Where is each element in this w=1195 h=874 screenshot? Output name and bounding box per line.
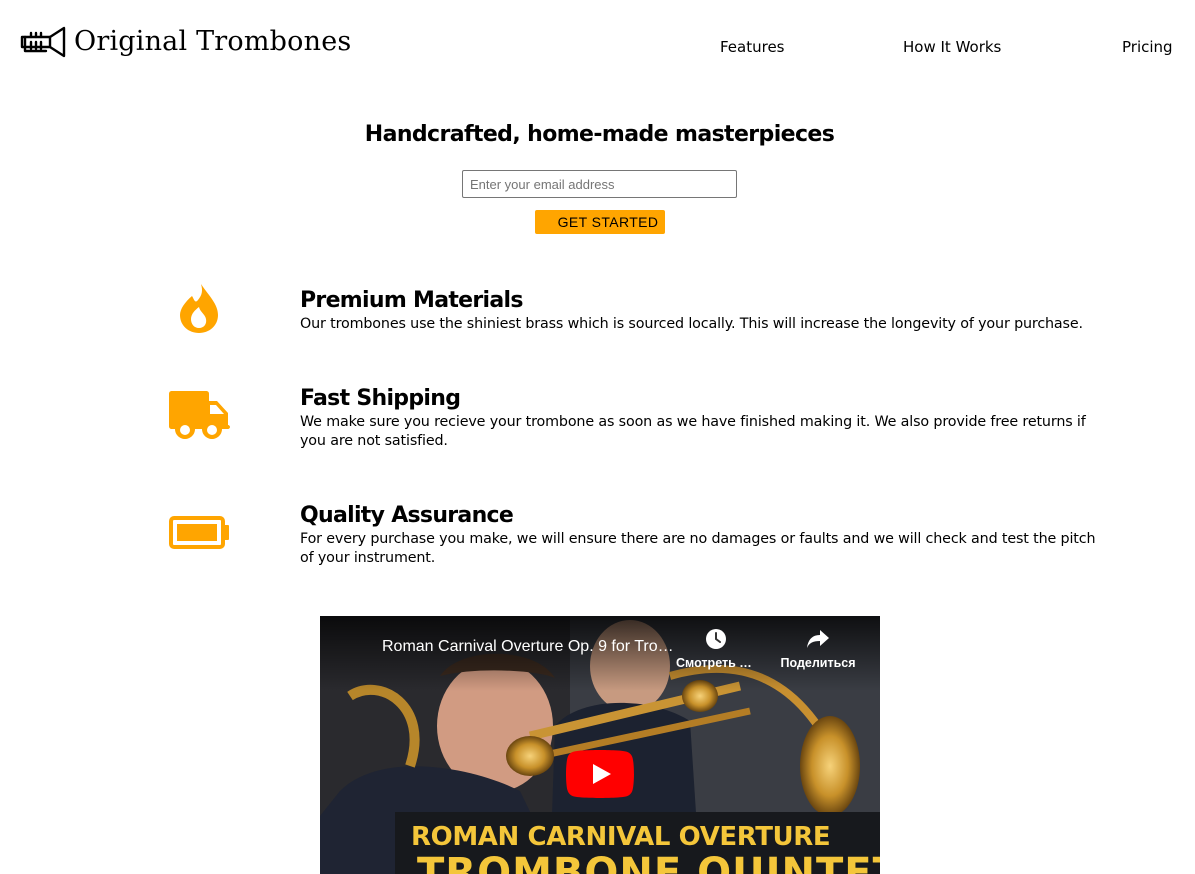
nav-pricing[interactable]: Pricing [1122, 38, 1173, 56]
email-input[interactable] [462, 170, 737, 198]
site-header: Original Trombones Features How It Works… [0, 0, 1195, 90]
brand-name: Original Trombones [74, 26, 352, 57]
share-button[interactable]: Поделиться [776, 628, 860, 670]
share-icon [807, 630, 829, 648]
feature-description: Our trombones use the shiniest brass whi… [300, 316, 1083, 332]
watch-later-button[interactable]: Смотреть позже [676, 628, 756, 670]
banner-line-1: ROMAN CARNIVAL OVERTURE [411, 822, 831, 852]
banner-line-2: TROMBONE QUINTET [417, 850, 880, 874]
video-embed[interactable]: Roman Carnival Overture Op. 9 for Trombo… [320, 616, 880, 874]
feature-title: Fast Shipping [300, 386, 461, 411]
feature-description: For every purchase you make, we will ens… [300, 531, 1096, 566]
hero-title: Handcrafted, home-made masterpieces [364, 122, 835, 147]
video-banner: ROMAN CARNIVAL OVERTURE TROMBONE QUINTET [395, 812, 880, 874]
play-icon[interactable] [566, 750, 634, 798]
battery-icon [169, 516, 229, 549]
share-label: Поделиться [780, 656, 856, 670]
trombone-icon [20, 26, 66, 58]
clock-icon [706, 629, 726, 649]
watch-later-label: Смотреть позже [676, 656, 756, 670]
feature-description: We make sure you recieve your trombone a… [300, 414, 1086, 449]
feature-title: Quality Assurance [300, 503, 514, 528]
truck-icon [169, 391, 230, 439]
nav-how-it-works[interactable]: How It Works [903, 38, 1001, 56]
logo[interactable]: Original Trombones [20, 24, 351, 60]
flame-icon [180, 284, 218, 333]
get-started-button[interactable]: GET STARTED [535, 210, 665, 234]
video-title[interactable]: Roman Carnival Overture Op. 9 for Trombo… [382, 638, 682, 656]
nav-features[interactable]: Features [720, 38, 785, 56]
feature-title: Premium Materials [300, 288, 523, 313]
